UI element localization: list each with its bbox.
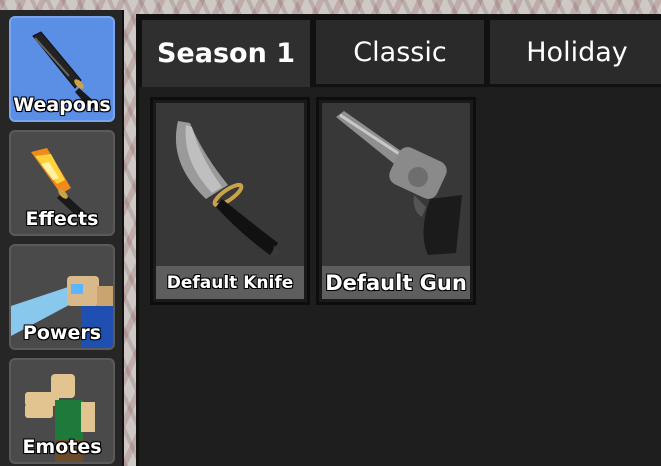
sidebar-item-emotes[interactable]: Emotes bbox=[9, 358, 115, 464]
sidebar-item-label: Weapons bbox=[13, 94, 111, 116]
sidebar-item-label: Powers bbox=[22, 322, 102, 344]
item-art bbox=[156, 103, 304, 267]
tab-season-1[interactable]: Season 1 bbox=[139, 17, 313, 87]
item-card-default-gun[interactable]: Default Gun bbox=[316, 97, 476, 305]
item-card-default-knife[interactable]: Default Knife bbox=[150, 97, 310, 305]
sidebar-item-powers[interactable]: Powers bbox=[9, 244, 115, 350]
revolver-icon bbox=[336, 111, 462, 255]
item-name: Default Knife bbox=[156, 266, 304, 299]
sidebar-item-label: Effects bbox=[25, 208, 99, 230]
tab-holiday[interactable]: Holiday bbox=[487, 17, 661, 87]
category-sidebar: Weapons Effects Powers Emotes bbox=[0, 10, 124, 466]
tab-classic[interactable]: Classic bbox=[313, 17, 487, 87]
sidebar-item-effects[interactable]: Effects bbox=[9, 130, 115, 236]
inventory-panel: Season 1 Classic Holiday Default Knife D… bbox=[136, 14, 661, 466]
item-name: Default Gun bbox=[322, 266, 470, 299]
item-art bbox=[322, 103, 470, 267]
sidebar-item-weapons[interactable]: Weapons bbox=[9, 16, 115, 122]
sidebar-item-label: Emotes bbox=[22, 436, 102, 458]
default-knife-icon bbox=[175, 121, 280, 259]
tab-bar: Season 1 Classic Holiday bbox=[139, 17, 661, 89]
